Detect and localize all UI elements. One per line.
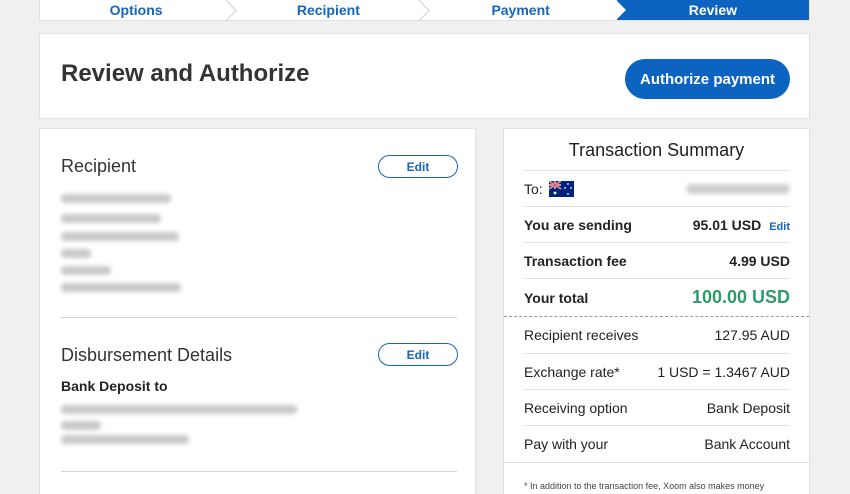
redacted-recipient-country	[61, 266, 111, 275]
transaction-summary-card: Transaction Summary To: You are sending …	[503, 128, 810, 494]
edit-disbursement-button[interactable]: Edit	[378, 343, 458, 366]
redacted-recipient-city	[61, 232, 179, 241]
section-divider	[61, 317, 457, 318]
pay-with-value: Bank Account	[704, 435, 790, 452]
summary-title: Transaction Summary	[568, 140, 745, 160]
redacted-recipient-address	[61, 214, 161, 223]
redacted-recipient-name	[686, 183, 790, 194]
summary-row-pay-with: Pay with your Bank Account	[524, 425, 790, 461]
summary-row-receives: Recipient receives 127.95 AUD	[524, 327, 791, 343]
authorize-payment-button[interactable]: Authorize payment	[625, 59, 790, 99]
chevron-right-icon	[418, 0, 430, 21]
summary-divider	[504, 462, 809, 463]
step-label: Payment	[491, 2, 550, 18]
summary-row-exchange-rate: Exchange rate* 1 USD = 1.3467 AUD	[524, 353, 790, 389]
sending-amount: 95.01 USD	[692, 216, 762, 233]
edit-recipient-button[interactable]: Edit	[378, 155, 458, 178]
to-label: To:	[524, 180, 543, 197]
step-label: Options	[109, 2, 163, 18]
summary-row-to: To:	[524, 170, 790, 206]
redacted-recipient-postcode	[61, 249, 91, 258]
redacted-account-number	[61, 435, 189, 444]
step-options[interactable]: Options	[40, 0, 237, 21]
summary-row-sending: You are sending 95.01 USD Edit	[524, 206, 790, 242]
header-card: Review and Authorize Authorize payment	[39, 33, 810, 119]
fee-amount: 4.99 USD	[729, 252, 790, 269]
progress-stepper: Options Recipient Payment Review	[39, 0, 810, 21]
section-divider	[61, 471, 457, 472]
bank-deposit-label: Bank Deposit to	[61, 378, 168, 394]
total-amount: 100.00 USD	[691, 287, 790, 307]
step-label: Recipient	[296, 2, 360, 18]
receive-amount: 127.95 AUD	[714, 327, 791, 343]
edit-amount-link[interactable]: Edit	[769, 221, 790, 233]
redacted-recipient-email	[61, 283, 181, 292]
exchange-rate-value: 1 USD = 1.3467 AUD	[657, 363, 790, 380]
chevron-right-icon	[225, 0, 237, 21]
step-review[interactable]: Review	[615, 0, 809, 20]
fee-footnote: * In addition to the transaction fee, Xo…	[524, 481, 765, 491]
australia-flag-icon	[548, 180, 574, 197]
redacted-recipient-name	[61, 194, 171, 203]
receiving-option-value: Bank Deposit	[706, 399, 790, 416]
details-card: Recipient Edit Disbursement Details Edit…	[39, 128, 476, 494]
disbursement-title: Disbursement Details	[61, 345, 233, 365]
recipient-title: Recipient	[61, 156, 137, 176]
page-title: Review and Authorize	[61, 60, 310, 87]
redacted-bank-branch	[61, 421, 101, 430]
summary-row-receiving-option: Receiving option Bank Deposit	[524, 389, 790, 425]
step-label: Review	[688, 2, 737, 18]
summary-row-fee: Transaction fee 4.99 USD	[524, 242, 790, 278]
redacted-bank-name	[61, 405, 297, 414]
summary-row-total: Your total 100.00 USD	[524, 278, 790, 316]
step-recipient[interactable]: Recipient	[232, 0, 430, 21]
step-payment[interactable]: Payment	[425, 0, 617, 20]
